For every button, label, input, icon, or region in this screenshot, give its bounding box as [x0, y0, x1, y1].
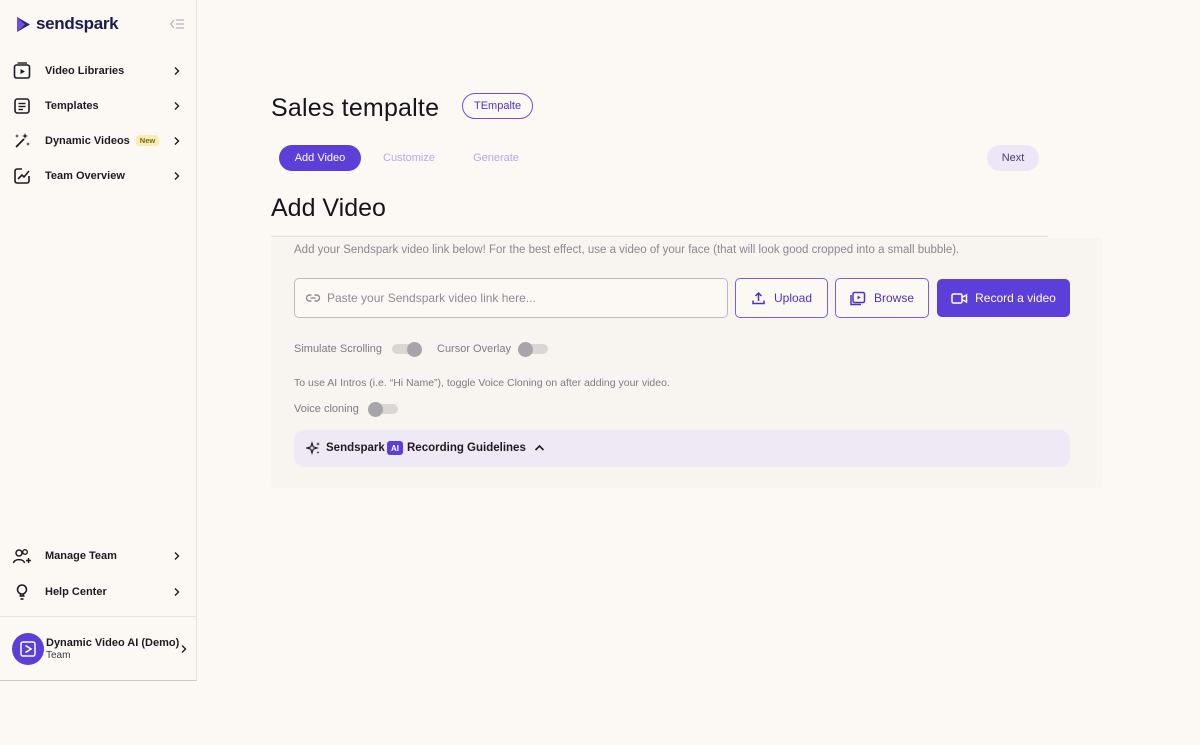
sparkle-icon: [306, 441, 320, 455]
tab-add-video[interactable]: Add Video: [279, 145, 361, 171]
template-tag[interactable]: TEmpalte: [462, 93, 534, 119]
video-library-icon: [13, 62, 31, 79]
simulate-scrolling-toggle[interactable]: [392, 342, 422, 357]
sidebar-item-label: Help Center: [45, 586, 107, 598]
collapse-sidebar-icon[interactable]: [168, 16, 186, 32]
tab-generate[interactable]: Generate: [461, 145, 531, 171]
chevron-right-icon: [181, 645, 187, 653]
video-camera-icon: [951, 292, 968, 304]
section-title: Add Video: [271, 194, 386, 222]
chevron-right-icon: [174, 588, 180, 596]
chart-icon: [14, 168, 30, 184]
browse-button[interactable]: Browse: [835, 278, 929, 318]
record-video-button[interactable]: Record a video: [937, 279, 1070, 317]
sidebar-item-label: Templates: [45, 100, 99, 112]
recording-guidelines-toggle[interactable]: Sendspark AI Recording Guidelines: [294, 430, 1070, 467]
org-avatar: [12, 633, 44, 665]
sidebar-item-video-libraries[interactable]: Video Libraries: [0, 56, 196, 86]
toggle-knob: [407, 342, 422, 357]
play-logo-icon: [20, 641, 36, 657]
tab-customize[interactable]: Customize: [372, 145, 446, 171]
logo[interactable]: sendspark: [16, 14, 119, 34]
guidelines-title: Recording Guidelines: [407, 442, 526, 454]
sidebar-item-templates[interactable]: Templates: [0, 91, 196, 121]
sidebar-item-team-overview[interactable]: Team Overview: [0, 161, 196, 191]
chevron-right-icon: [174, 102, 180, 110]
sidebar: sendspark Video Libraries Templates Dyna…: [0, 0, 197, 681]
upload-button[interactable]: Upload: [735, 278, 828, 318]
page-title: Sales tempalte: [271, 94, 440, 122]
voice-cloning-toggle[interactable]: [368, 402, 398, 417]
magic-wand-icon: [15, 133, 30, 148]
sidebar-item-label: Manage Team: [45, 550, 117, 562]
sidebar-item-label-text: Dynamic Videos: [45, 135, 130, 147]
ai-badge: AI: [387, 441, 403, 455]
hint-text: Add your Sendspark video link below! For…: [294, 244, 960, 256]
org-switcher[interactable]: Dynamic Video AI (Demo) Team: [12, 632, 192, 666]
chevron-right-icon: [174, 137, 180, 145]
team-icon: [12, 549, 31, 564]
toggle-knob: [518, 342, 533, 357]
cursor-overlay-toggle[interactable]: [518, 342, 548, 357]
upload-icon: [752, 291, 765, 304]
sidebar-divider: [0, 616, 196, 617]
sidebar-item-label: Team Overview: [45, 170, 125, 182]
lightbulb-icon: [16, 584, 28, 600]
template-icon: [14, 98, 30, 114]
new-badge: New: [135, 135, 160, 146]
sidebar-item-manage-team[interactable]: Manage Team: [0, 541, 196, 571]
guidelines-brand: Sendspark: [326, 442, 385, 454]
chevron-right-icon: [174, 552, 180, 560]
org-name: Dynamic Video AI (Demo): [46, 637, 180, 649]
video-library-icon: [850, 291, 866, 305]
divider: [271, 236, 1048, 237]
next-button[interactable]: Next: [987, 145, 1039, 171]
sidebar-item-dynamic-videos[interactable]: Dynamic Videos New: [0, 126, 196, 156]
sendspark-logo-icon: [17, 16, 30, 32]
browse-label: Browse: [873, 291, 914, 305]
logo-text: sendspark: [36, 14, 119, 33]
chevron-right-icon: [174, 67, 180, 75]
chevron-up-icon: [534, 444, 545, 451]
cursor-overlay-label: Cursor Overlay: [437, 343, 511, 355]
org-type: Team: [46, 650, 71, 661]
toggle-knob: [368, 402, 383, 417]
sidebar-item-label: Video Libraries: [45, 65, 125, 77]
chevron-right-icon: [174, 172, 180, 180]
voice-cloning-label: Voice cloning: [294, 403, 359, 415]
sidebar-item-help-center[interactable]: Help Center: [0, 577, 196, 607]
record-label: Record a video: [975, 291, 1056, 305]
upload-label: Upload: [773, 291, 813, 305]
video-link-input[interactable]: [327, 279, 717, 317]
simulate-scrolling-label: Simulate Scrolling: [294, 343, 383, 355]
sidebar-item-label: Dynamic Videos New: [45, 135, 160, 147]
link-icon: [305, 294, 321, 302]
video-link-field[interactable]: [294, 278, 728, 318]
ai-intro-note: To use AI Intros (i.e. “Hi Name”), toggl…: [294, 377, 670, 389]
